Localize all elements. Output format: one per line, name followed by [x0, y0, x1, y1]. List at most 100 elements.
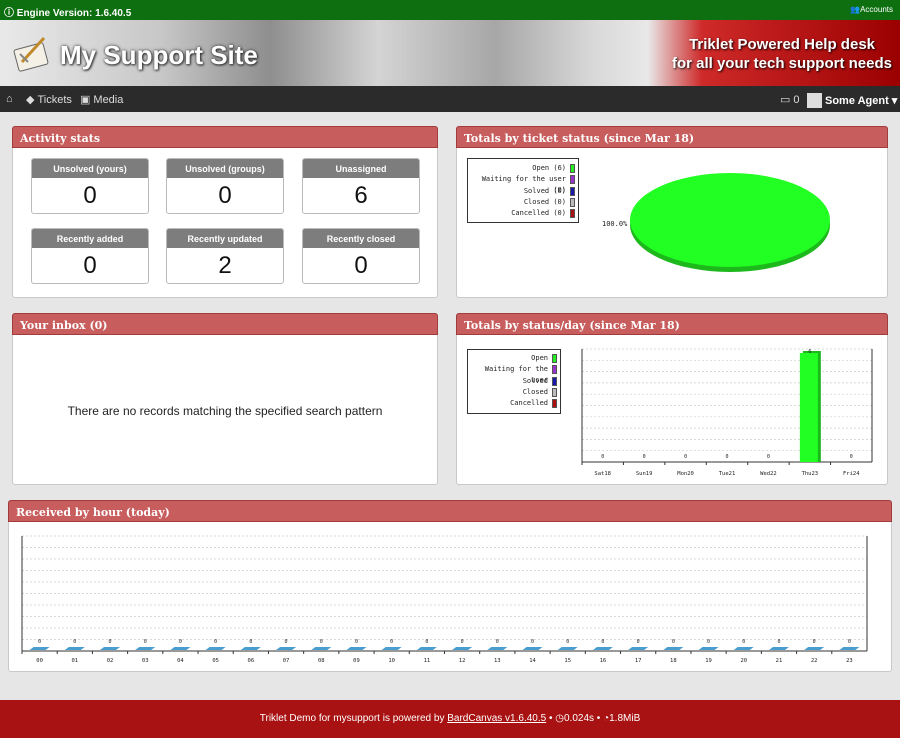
stat-recently-added[interactable]: Recently added 0 [31, 228, 149, 284]
x-tick-label: 19 [705, 658, 712, 664]
data-label: 0 [109, 639, 112, 645]
legend-item: Cancelled [468, 398, 560, 409]
data-label: 0 [850, 454, 853, 460]
bar [628, 647, 649, 650]
x-tick-label: 23 [846, 658, 853, 664]
legend-swatch [570, 186, 575, 196]
panel-title: Activity stats [12, 126, 438, 148]
x-tick-label: Mon20 [677, 471, 694, 477]
bar [799, 353, 818, 462]
x-tick-label: 11 [424, 658, 431, 664]
bar [804, 647, 825, 650]
home-icon[interactable]: ⌂ [6, 93, 13, 105]
legend-swatch [552, 387, 557, 397]
users-icon: 👥 [850, 5, 861, 14]
x-tick-label: Tue21 [719, 471, 736, 477]
x-tick-label: 03 [142, 658, 149, 664]
stat-unsolved-groups[interactable]: Unsolved (groups) 0 [166, 158, 284, 214]
status-pie-chart: 100.0% [602, 173, 830, 272]
data-label: 0 [742, 639, 745, 645]
data-label: 0 [643, 454, 646, 460]
legend-swatch [552, 365, 557, 375]
stat-unsolved-yours[interactable]: Unsolved (yours) 0 [31, 158, 149, 214]
notifications[interactable]: ▭ 0 [780, 93, 800, 107]
data-label: 0 [637, 639, 640, 645]
bardcanvas-link[interactable]: BardCanvas v1.6.40.5 [447, 713, 546, 724]
site-banner: My Support Site Triklet Powered Help des… [0, 20, 900, 86]
bar [768, 647, 789, 650]
data-label: 0 [249, 639, 252, 645]
site-title[interactable]: My Support Site [60, 40, 258, 71]
data-label: 0 [179, 639, 182, 645]
bar [311, 647, 332, 650]
data-label: 0 [707, 639, 710, 645]
legend-swatch [570, 175, 575, 185]
legend-item: Open [468, 353, 560, 364]
accounts-link[interactable]: 👥Accounts [850, 5, 893, 14]
inbox-icon: ▭ [780, 94, 791, 106]
nav-media[interactable]: ▣ Media [80, 93, 123, 107]
bar [346, 647, 367, 650]
x-tick-label: Thu23 [802, 471, 819, 477]
data-label: 0 [390, 639, 393, 645]
data-label: 0 [767, 454, 770, 460]
bar [698, 647, 719, 650]
data-label: 0 [684, 454, 687, 460]
panel-title: Totals by status/day (since Mar 18) [456, 313, 888, 335]
bar [135, 647, 156, 650]
legend-item: Solved [468, 376, 560, 387]
stat-recently-closed[interactable]: Recently closed 0 [302, 228, 420, 284]
bar [416, 647, 437, 650]
bar [205, 647, 226, 650]
x-tick-label: Wed22 [760, 471, 777, 477]
x-tick-label: 07 [283, 658, 290, 664]
data-label: 0 [601, 639, 604, 645]
legend-item: Waiting for the user [468, 364, 560, 384]
x-tick-label: 06 [248, 658, 255, 664]
clock-icon: ◷ [555, 713, 564, 724]
data-label: 0 [531, 639, 534, 645]
bar [276, 647, 297, 650]
banner-tagline: Triklet Powered Help desk [689, 36, 875, 53]
x-tick-label: 05 [212, 658, 219, 664]
data-label: 0 [73, 639, 76, 645]
legend-item: Closed (0) [468, 197, 578, 208]
bar [663, 647, 684, 650]
legend-item: Waiting for the user (0) [468, 174, 578, 194]
x-tick-label: 20 [740, 658, 747, 664]
tag-icon: ◆ [26, 94, 35, 106]
main-nav: ⌂ ◆ Tickets ▣ Media ▭ 0 Some Agent ▾ [0, 86, 900, 112]
x-tick-label: 15 [564, 658, 571, 664]
x-tick-label: 16 [600, 658, 607, 664]
hourly-panel: Received by hour (today) 0 00 0 01 0 02 0 03 0 04… [8, 500, 892, 672]
chart-legend: Open (6) Waiting for the user (0) Solved… [467, 158, 579, 223]
avatar [807, 93, 822, 108]
panel-title: Your inbox (0) [12, 313, 438, 335]
bar [64, 647, 85, 650]
legend-swatch [552, 376, 557, 386]
bar [29, 647, 50, 650]
data-label: 0 [566, 639, 569, 645]
data-label: 0 [813, 639, 816, 645]
legend-swatch [570, 197, 575, 207]
legend-item: Open (6) [468, 163, 578, 174]
stat-unassigned[interactable]: Unassigned 6 [302, 158, 420, 214]
agent-menu[interactable]: Some Agent ▾ [807, 93, 897, 108]
bar [487, 647, 508, 650]
banner-tagline-2: for all your tech support needs [671, 55, 892, 72]
image-icon: ▣ [80, 94, 91, 106]
site-logo[interactable] [10, 32, 54, 76]
legend-swatch [552, 354, 557, 363]
nav-tickets[interactable]: ◆ Tickets [26, 93, 72, 107]
stat-recently-updated[interactable]: Recently updated 2 [166, 228, 284, 284]
x-tick-label: Sat18 [594, 471, 611, 477]
top-bar: ⓘ Engine Version: 1.6.40.5 👥Accounts [0, 0, 900, 20]
legend-swatch [552, 399, 557, 409]
x-tick-label: 21 [776, 658, 783, 664]
data-label: 0 [214, 639, 217, 645]
x-tick-label: 02 [107, 658, 114, 664]
engine-version: ⓘ Engine Version: 1.6.40.5 [4, 8, 132, 19]
x-tick-label: 10 [388, 658, 395, 664]
x-tick-label: 17 [635, 658, 642, 664]
pie-slice-open[interactable] [630, 173, 830, 267]
